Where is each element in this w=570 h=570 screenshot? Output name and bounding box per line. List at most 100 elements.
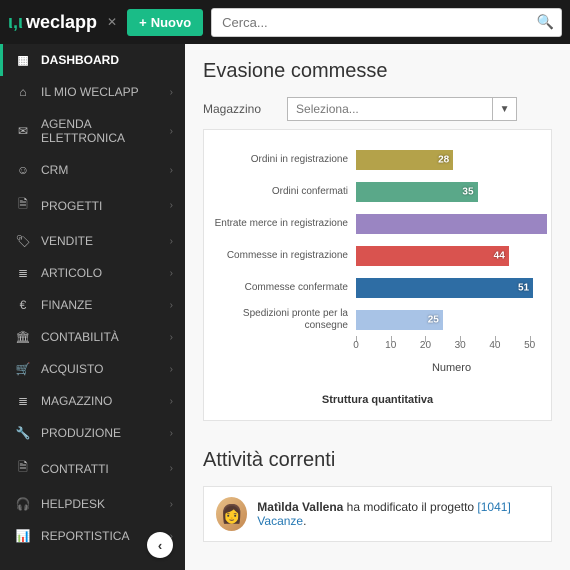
sidebar-item-label: CRM — [41, 163, 170, 177]
activity-item: 👩 Matìlda Vallena ha modificato il proge… — [204, 487, 551, 541]
evasione-section: Evasione commesse Magazzino Seleziona...… — [185, 44, 570, 431]
sidebar-icon: 🏷 — [15, 234, 31, 248]
chevron-right-icon: › — [170, 268, 173, 279]
chevron-right-icon: › — [170, 428, 173, 439]
bar-category-label: Ordini in registrazione — [208, 154, 356, 166]
filter-row: Magazzino Seleziona... ▼ — [203, 97, 552, 121]
sidebar-icon: ≣ — [15, 394, 31, 408]
chevron-right-icon: › — [170, 463, 173, 474]
bar-fill[interactable]: 25 — [356, 310, 443, 330]
search-input[interactable] — [211, 8, 562, 37]
bar-row: Entrate merce in registrazione — [208, 208, 547, 240]
magazzino-select[interactable]: Seleziona... ▼ — [287, 97, 517, 121]
bar-track: 25 — [356, 310, 547, 330]
bar-fill[interactable] — [356, 214, 547, 234]
chevron-right-icon: › — [170, 364, 173, 375]
chevron-right-icon: › — [170, 332, 173, 343]
activity-section: Attività correnti 👩 Matìlda Vallena ha m… — [185, 431, 570, 542]
sidebar-item-crm[interactable]: ☺ CRM › — [0, 154, 185, 186]
tick-label: 10 — [385, 340, 396, 351]
sidebar-icon: 🛒 — [15, 362, 31, 376]
bar-track: 44 — [356, 246, 547, 266]
select-placeholder: Seleziona... — [288, 98, 492, 120]
sidebar-item-label: MAGAZZINO — [41, 394, 170, 408]
sidebar: ▦ DASHBOARD ⌂ IL MIO WECLAPP ›✉ AGENDA E… — [0, 44, 185, 570]
bar-row: Ordini in registrazione 28 — [208, 144, 547, 176]
sidebar-icon: € — [15, 298, 31, 312]
new-button-label: Nuovo — [151, 15, 191, 30]
sidebar-icon: ✉ — [15, 124, 31, 138]
chevron-right-icon: › — [170, 499, 173, 510]
search-icon[interactable]: 🔍 — [537, 14, 554, 31]
chevron-right-icon: › — [170, 300, 173, 311]
sidebar-item-label: ARTICOLO — [41, 266, 170, 280]
bar-value: 35 — [462, 187, 473, 198]
tick-label: 40 — [489, 340, 500, 351]
bar-row: Spedizioni pronte per la consegne 25 — [208, 304, 547, 336]
logo: ι,ι weclapp — [8, 12, 97, 33]
chevron-right-icon: › — [170, 396, 173, 407]
search-wrap: 🔍 — [211, 8, 562, 37]
sidebar-icon: ▦ — [15, 53, 31, 67]
sidebar-item-label: FINANZE — [41, 298, 170, 312]
sidebar-item-articolo[interactable]: ≣ ARTICOLO › — [0, 257, 185, 289]
sidebar-item-label: AGENDA ELETTRONICA — [41, 117, 170, 145]
activity-user: Matìlda Vallena — [257, 500, 343, 514]
sidebar-item-contabilità[interactable]: 🏛 CONTABILITÀ › — [0, 321, 185, 353]
tick-label: 50 — [524, 340, 535, 351]
sidebar-item-agenda-elettronica[interactable]: ✉ AGENDA ELETTRONICA › — [0, 108, 185, 154]
sidebar-item-label: CONTRATTI — [41, 462, 170, 476]
chevron-right-icon: › — [170, 200, 173, 211]
sidebar-item-vendite[interactable]: 🏷 VENDITE › — [0, 225, 185, 257]
new-button[interactable]: + Nuovo — [127, 9, 203, 36]
tick-label: 20 — [420, 340, 431, 351]
sidebar-item-label: PRODUZIONE — [41, 426, 170, 440]
sidebar-icon: 🔧 — [15, 426, 31, 440]
bar-value: 25 — [428, 315, 439, 326]
bar-chart: Ordini in registrazione 28 Ordini confer… — [204, 130, 551, 384]
x-axis: 01020304050 — [208, 340, 547, 356]
sidebar-item-progetti[interactable]: 🗎 PROGETTI › — [0, 186, 185, 225]
sidebar-item-finanze[interactable]: € FINANZE › — [0, 289, 185, 321]
bar-category-label: Commesse in registrazione — [208, 250, 356, 262]
main-content: Evasione commesse Magazzino Seleziona...… — [185, 44, 570, 570]
bar-category-label: Ordini confermati — [208, 186, 356, 198]
activity-title: Attività correnti — [203, 449, 552, 472]
sidebar-icon: 🗎 — [15, 195, 31, 216]
evasione-title: Evasione commesse — [203, 60, 552, 83]
bar-track: 28 — [356, 150, 547, 170]
plus-icon: + — [139, 15, 147, 30]
sidebar-item-il-mio-weclapp[interactable]: ⌂ IL MIO WECLAPP › — [0, 76, 185, 108]
bar-track: 35 — [356, 182, 547, 202]
sidebar-icon: ⌂ — [15, 85, 31, 99]
sidebar-item-contratti[interactable]: 🗎 CONTRATTI › — [0, 449, 185, 488]
sidebar-icon: ☺ — [15, 163, 31, 177]
sidebar-item-label: PROGETTI — [41, 199, 170, 213]
logo-text: weclapp — [26, 12, 97, 33]
sidebar-item-label: IL MIO WECLAPP — [41, 85, 170, 99]
sidebar-collapse-button[interactable]: ‹ — [147, 532, 173, 558]
chevron-down-icon: ▼ — [492, 98, 516, 120]
bar-value: 28 — [438, 155, 449, 166]
sidebar-item-dashboard[interactable]: ▦ DASHBOARD — [0, 44, 185, 76]
bar-category-label: Commesse confermate — [208, 282, 356, 294]
activity-text: Matìlda Vallena ha modificato il progett… — [257, 500, 539, 528]
sidebar-icon: 📊 — [15, 529, 31, 543]
sidebar-item-acquisto[interactable]: 🛒 ACQUISTO › — [0, 353, 185, 385]
chart-card: Ordini in registrazione 28 Ordini confer… — [203, 129, 552, 421]
sidebar-item-label: DASHBOARD — [41, 53, 173, 67]
sidebar-item-magazzino[interactable]: ≣ MAGAZZINO › — [0, 385, 185, 417]
bar-fill[interactable]: 51 — [356, 278, 533, 298]
bar-fill[interactable]: 28 — [356, 150, 453, 170]
bar-fill[interactable]: 44 — [356, 246, 509, 266]
bar-track — [356, 214, 547, 234]
sidebar-item-label: HELPDESK — [41, 497, 170, 511]
sidebar-item-produzione[interactable]: 🔧 PRODUZIONE › — [0, 417, 185, 449]
sidebar-item-label: CONTABILITÀ — [41, 330, 170, 344]
bar-fill[interactable]: 35 — [356, 182, 478, 202]
magazzino-label: Magazzino — [203, 102, 261, 116]
sidebar-item-helpdesk[interactable]: 🎧 HELPDESK › — [0, 488, 185, 520]
chevron-right-icon: › — [170, 165, 173, 176]
avatar[interactable]: 👩 — [216, 497, 247, 531]
bar-value: 51 — [518, 283, 529, 294]
